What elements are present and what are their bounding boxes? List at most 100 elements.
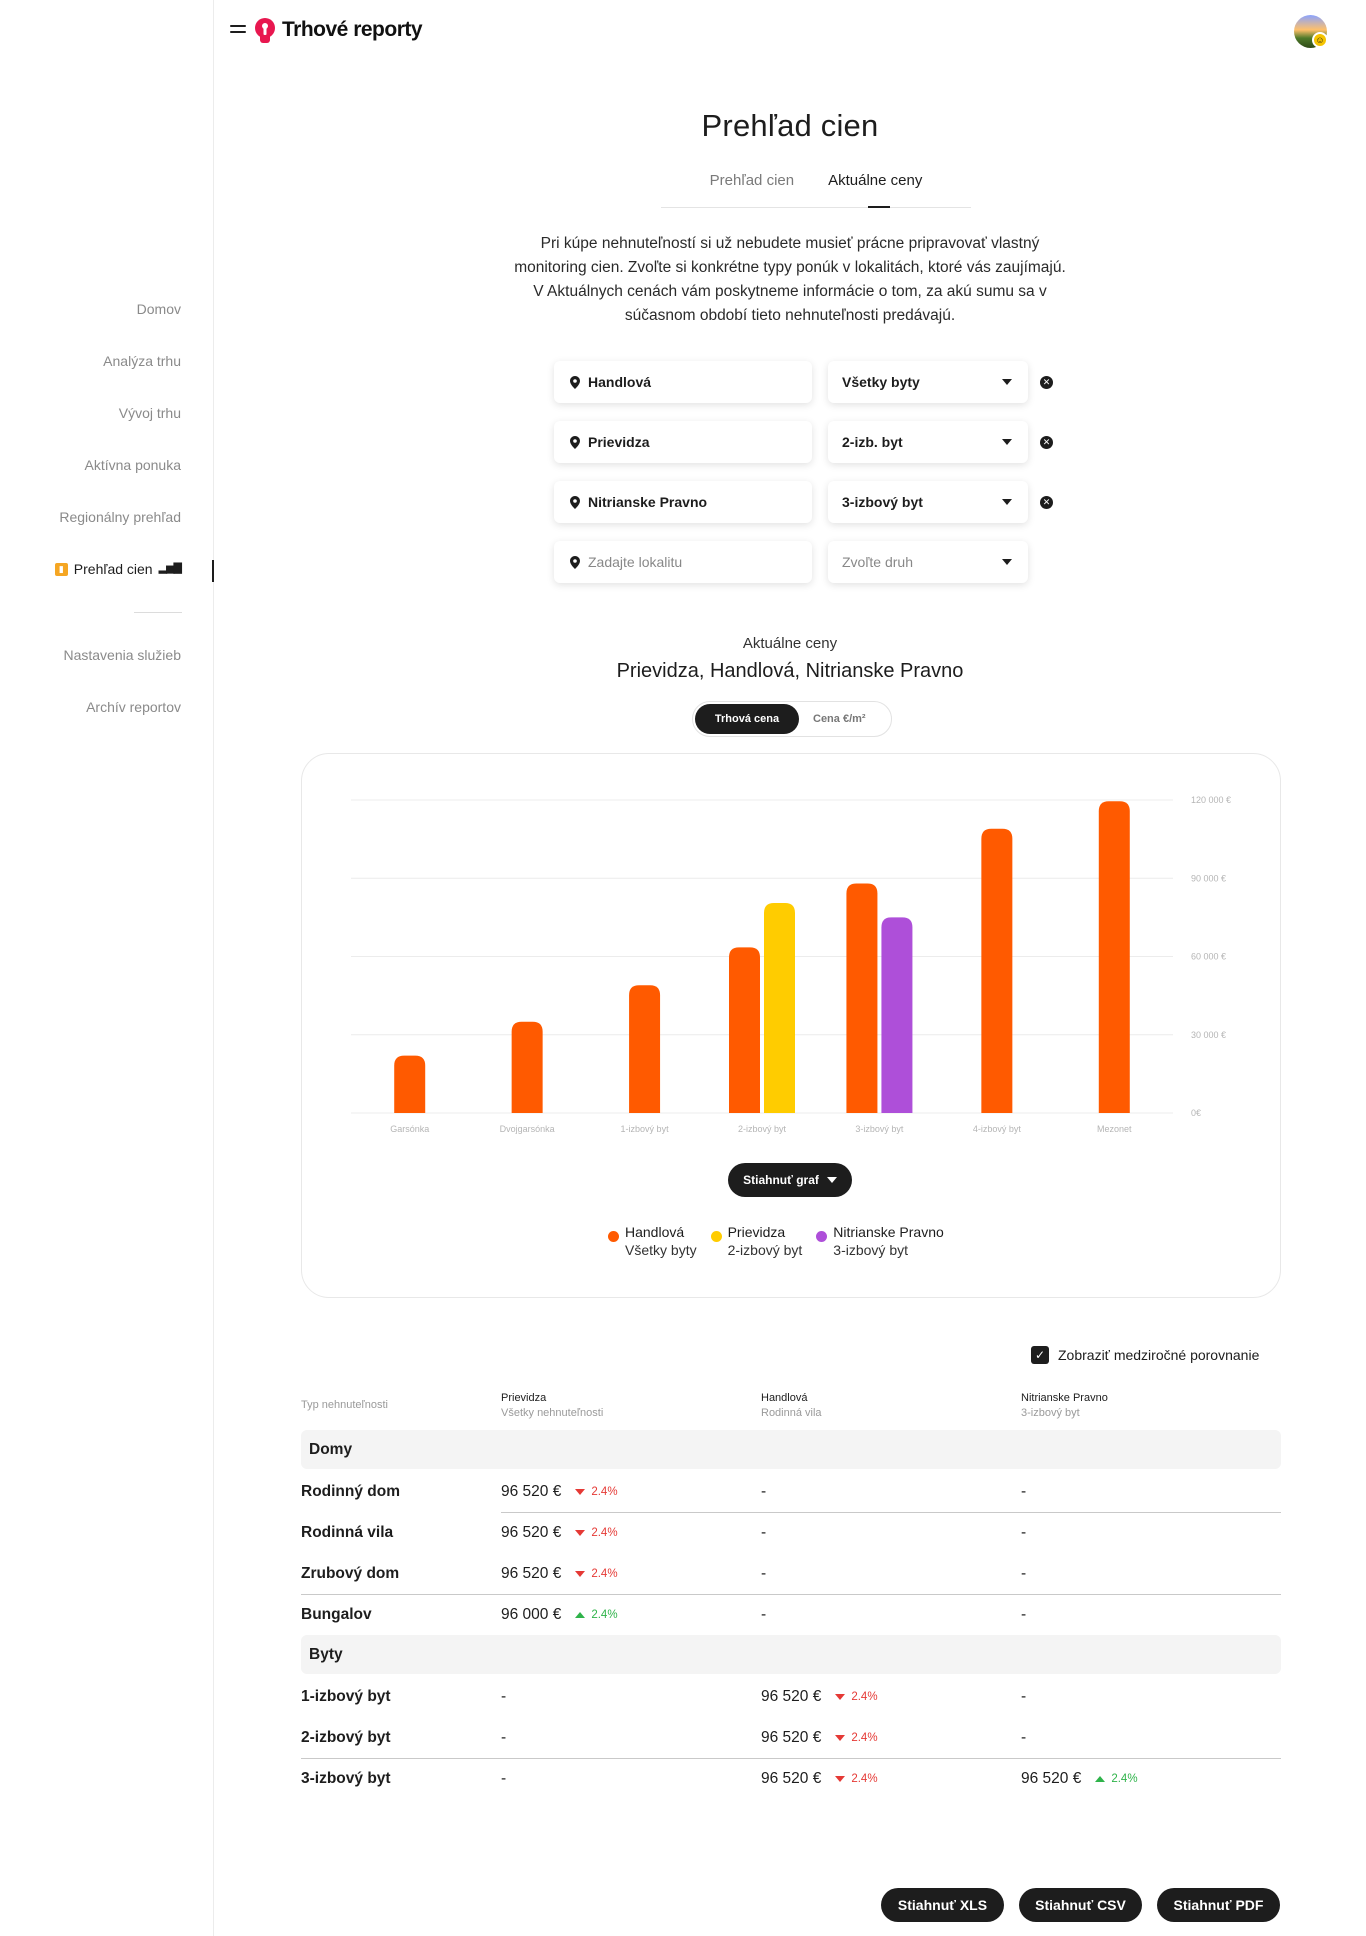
- table-group-row: Byty: [301, 1635, 1281, 1674]
- table-header-col: Prievidza Všetky nehnuteľnosti: [501, 1392, 604, 1419]
- price-cell: 96 000 € 2.4%: [501, 1594, 618, 1635]
- price-cell: -: [761, 1471, 766, 1512]
- price-cell: 96 520 € 2.4%: [1021, 1758, 1138, 1799]
- legend-dot: [608, 1231, 619, 1242]
- table-header-col: Handlová Rodinná vila: [761, 1392, 822, 1419]
- new-location-input[interactable]: Zadajte lokalitu: [554, 541, 812, 583]
- y-tick-label: 0€: [1191, 1108, 1201, 1118]
- bar[interactable]: [729, 947, 760, 1113]
- remove-filter-icon[interactable]: ✕: [1040, 375, 1053, 389]
- legend-dot: [710, 1231, 722, 1242]
- logo-text: Trhové reporty: [282, 18, 423, 41]
- price-cell: 96 520 € 2.4%: [501, 1512, 618, 1553]
- checkmark-icon: ✓: [1031, 1346, 1049, 1364]
- sidebar-nav: Domov Analýza trhu Vývoj trhu Aktívna po…: [54, 301, 182, 613]
- price-value: -: [501, 1687, 507, 1705]
- hamburger-menu-icon[interactable]: [230, 22, 248, 36]
- price-cell: 96 520 € 2.4%: [501, 1553, 618, 1594]
- row-label: 1-izbový byt: [301, 1687, 391, 1705]
- sidebar-item-domov[interactable]: Domov: [55, 301, 181, 353]
- sidebar-item-archiv-reportov[interactable]: Archív reportov: [63, 699, 181, 751]
- change-value: 2.4%: [591, 1567, 618, 1580]
- price-value: -: [761, 1605, 767, 1623]
- price-cell: -: [501, 1676, 506, 1717]
- x-tick-label: 3-izbový byt: [855, 1124, 904, 1134]
- bar[interactable]: [881, 917, 913, 1113]
- row-label: Zrubový dom: [301, 1564, 400, 1582]
- bar[interactable]: [394, 1055, 426, 1113]
- type-select[interactable]: Všetky byty: [828, 361, 1028, 403]
- change-value: 2.4%: [851, 1772, 878, 1785]
- bar[interactable]: [981, 828, 1013, 1113]
- bar[interactable]: [764, 903, 795, 1113]
- x-tick-label: 2-izbový byt: [738, 1124, 787, 1134]
- yoy-checkbox[interactable]: ✓ Zobraziť medziročné porovnanie: [1031, 1346, 1259, 1364]
- toggle-market-price[interactable]: Trhová cena: [695, 704, 799, 734]
- sidebar-item-aktivna-ponuka[interactable]: Aktívna ponuka: [55, 457, 181, 509]
- sidebar-item-nastavenia-sluzieb[interactable]: Nastavenia služieb: [63, 647, 181, 699]
- remove-filter-icon[interactable]: ✕: [1040, 435, 1053, 449]
- location-input[interactable]: Prievidza: [554, 421, 812, 463]
- change-value: 2.4%: [851, 1690, 878, 1703]
- type-select[interactable]: 2-izb. byt: [828, 421, 1028, 463]
- export-csv-button[interactable]: Stiahnuť CSV: [1019, 1888, 1142, 1922]
- type-select[interactable]: 3-izbový byt: [828, 481, 1028, 523]
- tab-aktualne-ceny[interactable]: Aktuálne ceny: [828, 172, 922, 208]
- y-tick-label: 30 000 €: [1191, 1030, 1226, 1040]
- sidebar-secondary-nav: Nastavenia služieb Archív reportov: [63, 647, 181, 751]
- y-tick-label: 120 000 €: [1191, 795, 1231, 805]
- change-indicator: 2.4%: [575, 1567, 618, 1580]
- change-indicator: 2.4%: [575, 1609, 618, 1621]
- change-value: 2.4%: [851, 1731, 878, 1744]
- export-pdf-button[interactable]: Stiahnuť PDF: [1157, 1888, 1280, 1922]
- arrow-down-icon: [835, 1775, 846, 1782]
- legend-item: Prievidza 2-izbový byt: [710, 1223, 802, 1259]
- location-pin-icon: [570, 435, 580, 449]
- chart-title: Prievidza, Handlová, Nitrianske Pravno: [616, 660, 964, 682]
- price-cell: 96 520 € 2.4%: [761, 1758, 878, 1799]
- sidebar: Domov Analýza trhu Vývoj trhu Aktívna po…: [0, 0, 214, 1936]
- sidebar-item-analyza-trhu[interactable]: Analýza trhu: [55, 353, 181, 405]
- chevron-down-icon: [826, 1177, 837, 1183]
- change-indicator: 2.4%: [835, 1731, 878, 1744]
- price-cell: -: [501, 1717, 506, 1758]
- table-row: Zrubový dom 96 520 € 2.4% - -: [301, 1553, 1281, 1594]
- price-cell: 96 520 € 2.4%: [501, 1471, 618, 1512]
- location-pin-icon: [570, 495, 580, 509]
- location-input[interactable]: Nitrianske Pravno: [554, 481, 812, 523]
- export-xls-button[interactable]: Stiahnuť XLS: [881, 1888, 1004, 1922]
- bar[interactable]: [629, 985, 661, 1113]
- toggle-price-per-m2[interactable]: Cena €/m²: [799, 704, 880, 734]
- change-indicator: 2.4%: [1095, 1773, 1138, 1785]
- x-tick-label: Dvojgarsónka: [500, 1124, 555, 1134]
- bar[interactable]: [511, 1021, 543, 1113]
- location-input[interactable]: Handlová: [554, 361, 812, 403]
- bar[interactable]: [1098, 801, 1130, 1113]
- new-type-select[interactable]: Zvoľte druh: [828, 541, 1028, 583]
- price-cell: -: [1021, 1717, 1026, 1758]
- filter-row: Nitrianske Pravno 3-izbový byt ✕: [554, 481, 1053, 523]
- tab-prehlad-cien[interactable]: Prehľad cien: [710, 172, 794, 207]
- change-value: 2.4%: [591, 1485, 618, 1498]
- table-group-row: Domy: [301, 1430, 1281, 1469]
- x-tick-label: Garsónka: [390, 1124, 429, 1134]
- price-value: 96 520 €: [501, 1564, 562, 1582]
- price-value: -: [1021, 1605, 1027, 1623]
- download-chart-button[interactable]: Stiahnuť graf: [728, 1163, 852, 1197]
- sidebar-item-vyvoj-trhu[interactable]: Vývoj trhu: [55, 405, 181, 457]
- table-header-type: Typ nehnuteľnosti: [301, 1399, 388, 1411]
- arrow-down-icon: [575, 1570, 586, 1577]
- bar[interactable]: [846, 883, 878, 1113]
- sidebar-item-prehlad-cien[interactable]: ▮ Prehľad cien ▂▅▇: [54, 561, 182, 613]
- remove-filter-icon[interactable]: ✕: [1040, 495, 1053, 509]
- price-cell: -: [761, 1553, 766, 1594]
- sidebar-item-regionalny-prehlad[interactable]: Regionálny prehľad: [55, 509, 181, 561]
- arrow-up-icon: [1095, 1775, 1106, 1782]
- x-tick-label: Mezonet: [1097, 1124, 1132, 1134]
- legend-dot: [816, 1231, 828, 1242]
- export-buttons: Stiahnuť XLS Stiahnuť CSV Stiahnuť PDF: [881, 1888, 1280, 1922]
- app-logo[interactable]: Trhové reporty: [254, 16, 423, 44]
- legend-item: Handlová Všetky byty: [608, 1223, 697, 1259]
- chevron-down-icon: [1002, 499, 1012, 505]
- price-value: -: [1021, 1482, 1027, 1500]
